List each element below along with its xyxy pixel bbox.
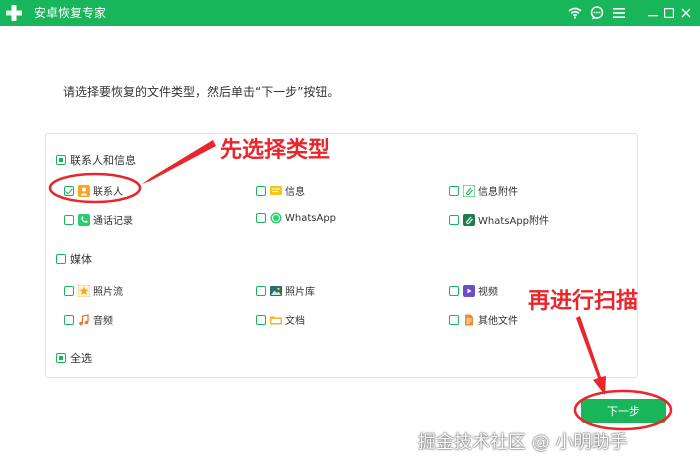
next-button[interactable]: 下一步 [581, 399, 666, 423]
picture-icon [270, 285, 282, 297]
other-files-checkbox[interactable] [449, 314, 459, 325]
option-photo-stream[interactable]: 照片流 [64, 283, 123, 298]
documents-label: 文档 [285, 316, 305, 327]
attachment-icon [463, 184, 475, 197]
watermark: 掘金技术社区 @ 小明助手 [418, 432, 628, 453]
group-media-checkbox[interactable] [56, 254, 66, 264]
maximize-icon[interactable] [660, 4, 678, 22]
whatsapp-attachments-checkbox[interactable] [449, 214, 459, 225]
menu-icon[interactable] [610, 4, 628, 22]
file-icon [463, 314, 475, 326]
select-all-checkbox[interactable] [56, 353, 66, 363]
title-bar: 安卓恢复专家 [0, 0, 700, 26]
documents-checkbox[interactable] [256, 314, 266, 325]
option-message-attachments[interactable]: 信息附件 [449, 183, 518, 198]
group-media[interactable]: 媒体 [56, 251, 92, 267]
group-contacts-messages[interactable]: 联系人和信息 [56, 152, 136, 168]
select-all[interactable]: 全选 [56, 350, 92, 366]
select-all-label: 全选 [70, 352, 92, 365]
whatsapp-checkbox[interactable] [256, 213, 266, 223]
other-files-label: 其他文件 [478, 316, 518, 327]
annotation-then-scan: 再进行扫描 [528, 289, 639, 314]
option-messages[interactable]: 信息 [256, 183, 305, 198]
option-documents[interactable]: 文档 [256, 312, 305, 327]
photo-stream-label: 照片流 [93, 287, 123, 298]
messages-checkbox[interactable] [256, 185, 266, 196]
wifi-icon[interactable] [566, 4, 584, 22]
call-log-label: 通话记录 [93, 216, 133, 227]
video-icon [463, 284, 475, 297]
annotation-select-type: 先选择类型 [220, 138, 331, 163]
contacts-checkbox[interactable] [64, 185, 74, 196]
option-other-files[interactable]: 其他文件 [449, 312, 518, 327]
app-window: 安卓恢复专家 请选择要恢复的文件类型，然后单击“下一步”按钮。 联系人和信息 联… [0, 0, 700, 466]
whatsapp-icon [270, 212, 282, 224]
whatsapp-attachments-label: WhatsApp附件 [478, 216, 550, 227]
app-title: 安卓恢复专家 [34, 6, 107, 20]
star-photo-icon [78, 284, 90, 297]
video-checkbox[interactable] [449, 285, 459, 296]
option-contacts[interactable]: 联系人 [64, 183, 123, 198]
photo-library-label: 照片库 [285, 287, 315, 298]
message-icon [270, 185, 282, 197]
whatsapp-attachment-icon [463, 213, 475, 226]
option-whatsapp-attachments[interactable]: WhatsApp附件 [449, 212, 549, 227]
photo-stream-checkbox[interactable] [64, 285, 74, 296]
option-whatsapp[interactable]: WhatsApp [256, 212, 336, 224]
chat-icon[interactable] [588, 4, 606, 22]
group-contacts-checkbox[interactable] [56, 155, 66, 165]
group-media-label: 媒体 [70, 253, 92, 266]
option-video[interactable]: 视频 [449, 283, 498, 298]
messages-label: 信息 [285, 187, 305, 198]
music-icon [78, 313, 90, 326]
contacts-label: 联系人 [93, 187, 123, 198]
file-type-panel [45, 133, 638, 378]
instruction-text: 请选择要恢复的文件类型，然后单击“下一步”按钮。 [63, 85, 340, 99]
audio-label: 音频 [93, 316, 113, 327]
call-log-checkbox[interactable] [64, 214, 74, 225]
video-label: 视频 [478, 287, 498, 298]
close-icon[interactable] [677, 4, 695, 22]
option-audio[interactable]: 音频 [64, 312, 113, 327]
whatsapp-label: WhatsApp [285, 212, 337, 224]
contact-icon [78, 184, 90, 197]
folder-icon [270, 314, 282, 326]
phone-icon [78, 213, 90, 226]
group-contacts-label: 联系人和信息 [70, 154, 136, 167]
photo-library-checkbox[interactable] [256, 285, 266, 296]
audio-checkbox[interactable] [64, 314, 74, 325]
app-logo-icon [6, 5, 22, 21]
message-attachments-checkbox[interactable] [449, 185, 459, 196]
message-attachments-label: 信息附件 [478, 187, 518, 198]
option-call-log[interactable]: 通话记录 [64, 212, 133, 227]
option-photo-library[interactable]: 照片库 [256, 283, 315, 298]
